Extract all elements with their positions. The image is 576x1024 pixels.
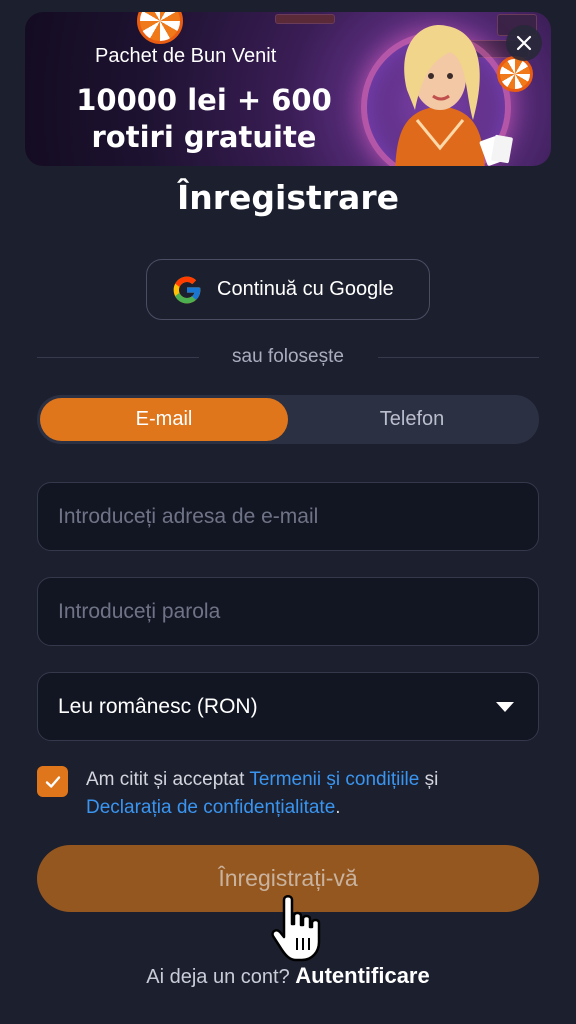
consent-suffix: .: [335, 797, 341, 818]
neon-sign: [275, 14, 335, 24]
terms-checkbox[interactable]: [37, 766, 68, 797]
google-icon: [173, 276, 201, 303]
signup-method-tabs: E-mail Telefon: [37, 395, 539, 444]
email-field-wrapper: [37, 482, 539, 551]
login-link[interactable]: Autentificare: [295, 963, 429, 988]
google-signin-button[interactable]: Continuă cu Google: [146, 259, 430, 320]
banner-headline: 10000 lei + 600 rotiri gratuite: [76, 83, 332, 154]
google-signin-label: Continuă cu Google: [217, 278, 394, 300]
email-field[interactable]: [58, 504, 538, 529]
password-field[interactable]: [58, 599, 538, 624]
terms-link[interactable]: Termenii și condițiile: [249, 769, 419, 790]
terms-consent-text: Am citit și acceptat Termenii și condiți…: [86, 766, 516, 822]
currency-select-value: Leu românesc (RON): [58, 694, 258, 718]
page-title: Înregistrare: [177, 178, 399, 217]
password-field-wrapper: [37, 577, 539, 646]
tab-email[interactable]: E-mail: [40, 398, 288, 441]
casino-chip-icon: [137, 12, 183, 44]
privacy-link[interactable]: Declarația de confidențialitate: [86, 797, 335, 818]
consent-prefix: Am citit și acceptat: [86, 769, 250, 790]
checkmark-icon: [45, 775, 60, 788]
login-question: Ai deja un cont?: [146, 966, 296, 988]
hand-cursor-icon: [271, 895, 321, 962]
banner-close-button[interactable]: [506, 25, 542, 61]
chevron-down-icon: [496, 701, 514, 712]
login-prompt: Ai deja un cont? Autentificare: [0, 963, 576, 989]
consent-middle: și: [419, 769, 439, 790]
tab-phone[interactable]: Telefon: [288, 398, 536, 441]
promo-banner[interactable]: Pachet de Bun Venit 10000 lei + 600 roti…: [25, 12, 551, 166]
close-icon: [516, 35, 532, 51]
hostess-illustration: [395, 24, 513, 166]
currency-select[interactable]: Leu românesc (RON): [37, 672, 539, 741]
banner-subtitle: Pachet de Bun Venit: [95, 45, 277, 67]
divider-text: sau folosește: [232, 346, 344, 367]
